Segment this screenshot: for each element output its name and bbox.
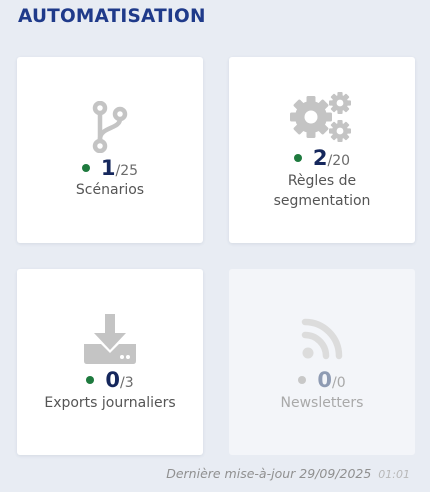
- segmentation-label: Règles de segmentation: [229, 171, 415, 211]
- status-dot: [298, 376, 307, 384]
- scenarios-label: Scénarios: [17, 180, 203, 200]
- newsletters-label: Newsletters: [229, 393, 415, 413]
- exports-label-line: Exports journaliers: [44, 395, 176, 411]
- last-update-time: 01:01: [378, 468, 410, 481]
- exports-label: Exports journaliers: [17, 393, 203, 413]
- section-title: AUTOMATISATION: [18, 6, 206, 27]
- scenarios-counter: 1/25: [17, 158, 203, 179]
- daily-exports-card[interactable]: 0/3 Exports journaliers: [17, 269, 203, 455]
- newsletters-label-line: Newsletters: [280, 395, 364, 411]
- rss-icon: [301, 318, 343, 360]
- segmentation-label-line-1: Règles de: [287, 173, 357, 189]
- status-dot: [81, 164, 90, 172]
- exports-count: 0: [105, 368, 120, 392]
- segmentation-label-line-2: segmentation: [273, 193, 371, 209]
- last-update-date: 29/09/2025: [299, 466, 372, 481]
- branch-icon: [92, 101, 128, 153]
- scenarios-total: /25: [115, 163, 139, 179]
- exports-total: /3: [120, 375, 134, 391]
- segmentation-rules-card[interactable]: 2/20 Règles de segmentation: [229, 57, 415, 243]
- exports-counter: 0/3: [17, 370, 203, 391]
- newsletters-card[interactable]: 0/0 Newsletters: [229, 269, 415, 455]
- last-update-label: Dernière mise-à-jour: [166, 466, 296, 481]
- status-dot: [86, 376, 95, 384]
- status-dot: [293, 154, 302, 162]
- newsletters-counter: 0/0: [229, 370, 415, 391]
- last-update: Dernière mise-à-jour 29/09/2025 01:01: [166, 466, 410, 481]
- download-icon: [84, 314, 136, 364]
- segmentation-count: 2: [312, 146, 328, 170]
- scenarios-label-line: Scénarios: [75, 182, 145, 198]
- newsletters-count: 0: [317, 368, 332, 392]
- segmentation-total: /20: [327, 153, 351, 169]
- gears-icon: [290, 92, 351, 142]
- scenarios-count: 1: [100, 156, 116, 180]
- scenarios-card[interactable]: 1/25 Scénarios: [17, 57, 203, 243]
- newsletters-total: /0: [332, 375, 346, 391]
- segmentation-counter: 2/20: [229, 148, 415, 169]
